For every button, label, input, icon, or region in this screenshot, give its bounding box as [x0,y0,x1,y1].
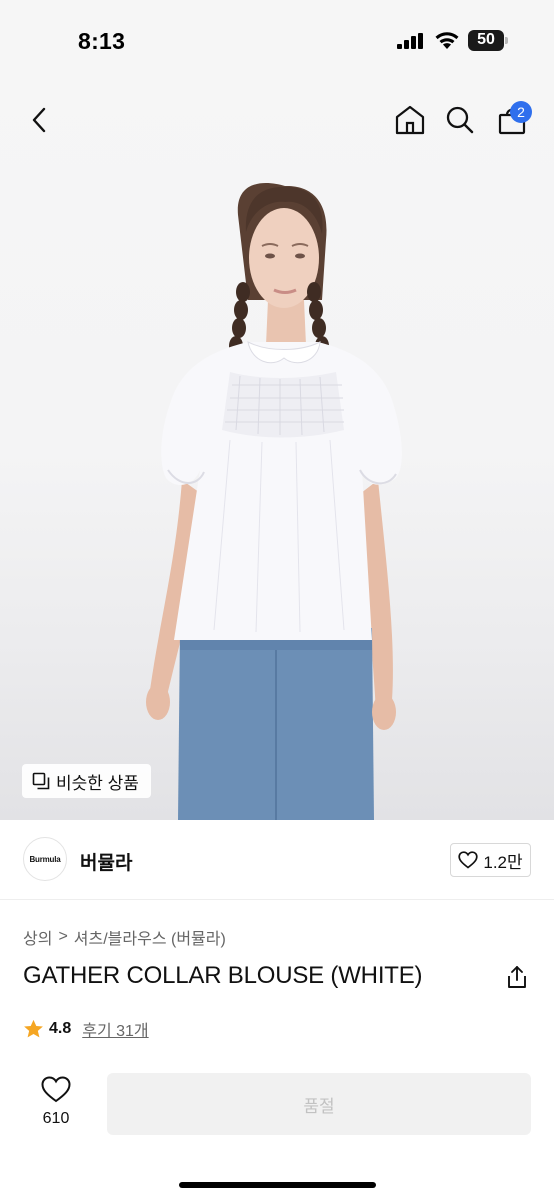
share-icon [508,966,526,988]
heart-icon [41,1076,71,1103]
cellular-signal-icon [397,33,423,49]
brand-like-count: 1.2만 [483,852,523,872]
breadcrumb: 상의 > 셔츠/블라우스 (버뮬라) [23,925,226,949]
sold-out-button[interactable]: 품절 [107,1073,531,1135]
search-icon [446,106,474,134]
battery-level: 50 [477,31,495,48]
breadcrumb-separator: > [58,928,68,945]
search-button[interactable] [440,100,480,140]
home-indicator [179,1182,376,1188]
back-icon [32,107,46,133]
brand-name[interactable]: 버뮬라 [80,848,132,875]
brand-like-button[interactable]: 1.2만 [450,843,531,877]
status-bar: 8:13 50 [0,0,554,84]
home-icon [395,105,425,135]
breadcrumb-category[interactable]: 상의 [23,925,52,949]
share-button[interactable] [504,964,530,990]
battery-icon: 50 [468,30,508,51]
review-link[interactable]: 후기 31개 [82,1017,148,1041]
similar-items-icon [32,772,50,790]
wifi-icon [435,32,459,49]
cart-count-badge: 2 [510,101,532,123]
brand-logo[interactable]: Burmula [23,837,67,881]
home-button[interactable] [390,100,430,140]
rating-score: 4.8 [49,1020,72,1037]
heart-icon [458,851,479,869]
breadcrumb-subcategory[interactable]: 셔츠/블라우스 (버뮬라) [74,925,226,949]
brand-logo-text: Burmula [29,854,61,864]
wishlist-button[interactable]: 610 [30,1074,82,1134]
similar-items-label: 비슷한 상품 [56,773,139,793]
back-button[interactable] [20,100,60,140]
brand-row: Burmula 버뮬라 1.2만 [0,820,554,900]
status-time: 8:13 [78,28,126,54]
star-icon [24,1019,43,1038]
rating-row: 4.8 후기 31개 [23,1017,149,1041]
product-title: GATHER COLLAR BLOUSE (WHITE) [23,962,423,989]
wishlist-count: 610 [42,1110,70,1127]
similar-items-button[interactable]: 비슷한 상품 [22,764,151,798]
